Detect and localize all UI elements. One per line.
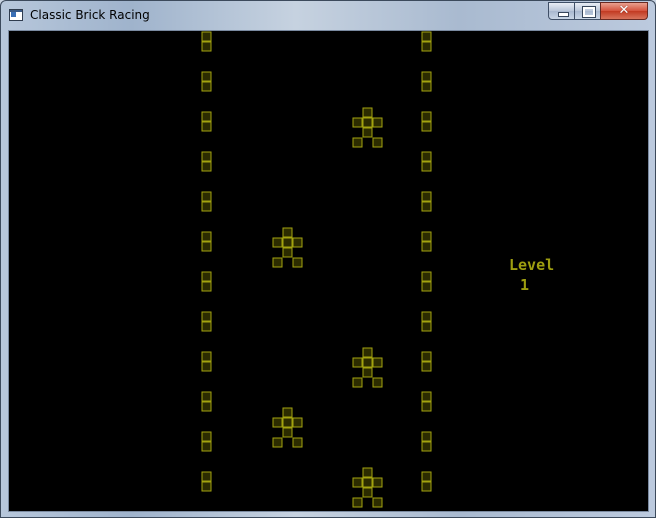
opponent-car-brick (292, 257, 303, 268)
wall-brick (421, 361, 432, 372)
wall-brick (421, 321, 432, 332)
wall-brick (421, 41, 432, 52)
opponent-car-brick (362, 347, 373, 358)
wall-brick (201, 281, 212, 292)
opponent-car-brick (352, 137, 363, 148)
player-car-brick (372, 477, 383, 488)
wall-brick (201, 481, 212, 492)
opponent-car-brick (362, 117, 373, 128)
wall-brick (201, 161, 212, 172)
player-car-brick (352, 497, 363, 508)
wall-brick (421, 281, 432, 292)
maximize-icon (582, 6, 596, 18)
opponent-car-brick (372, 117, 383, 128)
player-car-brick (362, 467, 373, 478)
wall-brick (421, 151, 432, 162)
opponent-car-brick (292, 237, 303, 248)
wall-brick (201, 31, 212, 42)
wall-brick (201, 71, 212, 82)
game-window: Classic Brick Racing ✕ Level 1 (0, 0, 656, 518)
opponent-car-brick (372, 137, 383, 148)
wall-brick (421, 271, 432, 282)
opponent-car-brick (282, 247, 293, 258)
level-value: 1 (520, 276, 530, 294)
wall-brick (421, 391, 432, 402)
opponent-car-brick (292, 417, 303, 428)
opponent-car-brick (352, 357, 363, 368)
wall-brick (421, 351, 432, 362)
wall-brick (201, 41, 212, 52)
wall-brick (421, 401, 432, 412)
opponent-car-brick (282, 407, 293, 418)
minimize-icon (558, 12, 569, 17)
opponent-car-brick (282, 227, 293, 238)
opponent-car-brick (272, 437, 283, 448)
wall-brick (201, 321, 212, 332)
opponent-car-brick (282, 417, 293, 428)
opponent-car-brick (352, 377, 363, 388)
player-car-brick (362, 487, 373, 498)
opponent-car-brick (282, 427, 293, 438)
wall-brick (201, 231, 212, 242)
window-title: Classic Brick Racing (30, 8, 150, 22)
opponent-car-brick (292, 437, 303, 448)
level-label: Level (509, 256, 555, 274)
wall-brick (421, 471, 432, 482)
close-icon: ✕ (618, 3, 630, 18)
wall-brick (421, 231, 432, 242)
wall-brick (201, 191, 212, 202)
wall-brick (421, 81, 432, 92)
wall-brick (421, 201, 432, 212)
opponent-car-brick (362, 127, 373, 138)
wall-brick (421, 121, 432, 132)
opponent-car-brick (272, 417, 283, 428)
maximize-button[interactable] (574, 2, 601, 20)
wall-brick (201, 431, 212, 442)
wall-brick (201, 441, 212, 452)
wall-brick (421, 441, 432, 452)
app-icon[interactable] (9, 9, 23, 21)
player-car-brick (372, 497, 383, 508)
wall-brick (421, 311, 432, 322)
wall-brick (201, 151, 212, 162)
game-canvas[interactable]: Level 1 (8, 30, 649, 512)
opponent-car-brick (362, 367, 373, 378)
title-bar[interactable]: Classic Brick Racing ✕ (1, 1, 655, 29)
wall-brick (421, 481, 432, 492)
wall-brick (201, 311, 212, 322)
wall-brick (201, 401, 212, 412)
player-car-brick (362, 477, 373, 488)
wall-brick (201, 81, 212, 92)
opponent-car-brick (272, 237, 283, 248)
wall-brick (201, 391, 212, 402)
wall-brick (421, 71, 432, 82)
wall-brick (421, 431, 432, 442)
opponent-car-brick (372, 357, 383, 368)
wall-brick (201, 351, 212, 362)
wall-brick (201, 471, 212, 482)
minimize-button[interactable] (548, 2, 575, 20)
wall-brick (201, 241, 212, 252)
opponent-car-brick (362, 357, 373, 368)
close-button[interactable]: ✕ (600, 2, 648, 20)
opponent-car-brick (282, 237, 293, 248)
wall-brick (201, 201, 212, 212)
wall-brick (421, 241, 432, 252)
opponent-car-brick (272, 257, 283, 268)
opponent-car-brick (352, 117, 363, 128)
wall-brick (421, 191, 432, 202)
wall-brick (421, 111, 432, 122)
wall-brick (201, 271, 212, 282)
wall-brick (201, 361, 212, 372)
wall-brick (421, 161, 432, 172)
opponent-car-brick (372, 377, 383, 388)
player-car-brick (352, 477, 363, 488)
wall-brick (201, 121, 212, 132)
wall-brick (421, 31, 432, 42)
wall-brick (201, 111, 212, 122)
opponent-car-brick (362, 107, 373, 118)
